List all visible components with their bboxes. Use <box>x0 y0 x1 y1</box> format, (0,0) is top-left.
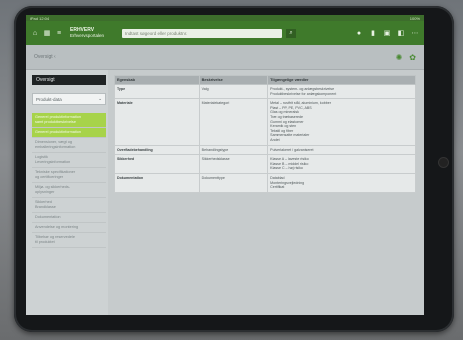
sidebar-item[interactable]: Generel produktinformation <box>32 128 106 138</box>
table-row: Dokumentation Dokumenttype Datablad Monteri… <box>114 172 416 193</box>
table-row: Sikkerhed Sikkerhedsklasse Klasse A – lave… <box>114 154 416 174</box>
table-row: Type Valg Produkt-, system- og anlægsbeskr… <box>114 83 416 100</box>
cart-icon[interactable]: ▣ <box>383 29 391 37</box>
sidebar-item[interactable]: Tilbehør og reservedele til produktet <box>32 233 106 248</box>
breadcrumb[interactable]: Oversigt ‹ <box>34 54 56 60</box>
property-value: Andet <box>270 137 280 142</box>
table-header-row: Egenskab Beskrivelse Tilgængelige værdie… <box>114 75 416 85</box>
status-left: iPad 12:04 <box>30 15 50 21</box>
settings-icon[interactable]: ✺ <box>396 53 403 62</box>
property-values: Klasse A – laveste risiko Klasse B – midd… <box>267 154 416 174</box>
sidebar-item[interactable]: Logistik Leveringsinformation <box>32 153 106 168</box>
sidebar-item[interactable]: Anvendelse og montering <box>32 223 106 233</box>
column-header: Egenskab <box>114 75 200 85</box>
print-icon[interactable]: ◧ <box>397 29 405 37</box>
content-area: Oversigt Produkt-data ⌄ Generel produkti… <box>26 70 424 315</box>
search-icon: ⌕ <box>289 29 293 36</box>
column-header: Beskrivelse <box>198 75 269 85</box>
property-value: Klasse C – høj risiko <box>270 166 303 171</box>
sidebar-item[interactable]: Dokumentation <box>32 213 106 223</box>
brand-logo: ERHVERV Erhvervsportalen <box>70 27 104 39</box>
chevron-down-icon: ⌄ <box>98 96 102 101</box>
search-input[interactable]: Indtast søgeord eller produktnr. <box>122 28 283 38</box>
brand-subtitle: Erhvervsportalen <box>70 33 105 38</box>
sidebar-item-sublabel: oplysninger <box>35 190 55 194</box>
tablet-screen: iPad 12:04 100% ⌂ ▦ ≡ ERHVERV Erhvervspo… <box>26 15 424 315</box>
property-value: Pulverlakeret / galvaniseret <box>270 147 314 152</box>
column-header: Tilgængelige værdier <box>267 75 416 85</box>
property-values: Pulverlakeret / galvaniseret <box>267 144 416 156</box>
main-panel: Egenskab Beskrivelse Tilgængelige værdie… <box>108 70 424 315</box>
bookmark-icon[interactable]: ▮ <box>369 29 377 37</box>
header-actions: ● ▮ ▣ ◧ ⋯ <box>355 29 419 38</box>
sidebar-tab-label: Oversigt <box>36 77 55 83</box>
property-name: Sikkerhed <box>114 154 200 174</box>
property-description: Dokumenttype <box>198 172 269 193</box>
table-row: Materiale Materialekategori Metal – rustfr… <box>114 98 416 146</box>
search-button[interactable]: ⌕ <box>286 28 297 38</box>
sidebar-nav: Generel produktinformation samt produktbe… <box>32 113 106 248</box>
select-value: Produkt-data <box>36 96 62 102</box>
sidebar: Oversigt Produkt-data ⌄ Generel produkti… <box>26 70 108 315</box>
refresh-icon[interactable]: ✿ <box>409 53 416 62</box>
property-value: Produktbeskrivelse for anlægskomponent <box>270 91 337 96</box>
table-row: Overfladebehandling Behandlingstype Pulver… <box>114 144 416 156</box>
sidebar-item[interactable]: Dimensioner, vægt og emballeringsinformat… <box>32 138 106 153</box>
sidebar-item-label: Dokumentation <box>35 215 61 219</box>
sidebar-item[interactable]: Generel produktinformation samt produktbe… <box>32 113 106 128</box>
status-right: 100% <box>409 15 420 21</box>
property-description: Sikkerhedsklasse <box>198 154 269 174</box>
property-name: Materiale <box>114 98 200 146</box>
more-icon[interactable]: ⋯ <box>411 29 419 37</box>
sidebar-tab[interactable]: Oversigt <box>32 75 106 85</box>
property-values: Datablad Monteringsvejledning Certifikat <box>267 172 416 193</box>
app-header: ⌂ ▦ ≡ ERHVERV Erhvervsportalen Indtast s… <box>26 21 424 45</box>
property-values: Metal – rustfrit stål, aluminium, kobber… <box>267 98 416 146</box>
menu-icon[interactable]: ≡ <box>55 29 63 37</box>
grid-icon[interactable]: ▦ <box>43 29 51 37</box>
sidebar-item-sublabel: Brandklasse <box>35 205 56 209</box>
properties-table: Egenskab Beskrivelse Tilgængelige værdie… <box>114 75 416 193</box>
toolbar-actions: ✺ ✿ <box>396 53 416 62</box>
home-button <box>439 158 448 167</box>
home-icon[interactable]: ⌂ <box>31 29 39 37</box>
sidebar-item[interactable]: Sikkerhed Brandklasse <box>32 198 106 213</box>
property-name: Dokumentation <box>114 172 200 193</box>
sidebar-item[interactable]: Miljø- og sikkerheds-oplysninger <box>32 183 106 198</box>
property-description: Materialekategori <box>198 98 269 146</box>
property-name: Overfladebehandling <box>114 144 200 156</box>
sidebar-item-sublabel: Leveringsinformation <box>35 160 71 164</box>
property-description: Valg <box>198 83 269 100</box>
sidebar-item-sublabel: til produktet <box>35 240 55 244</box>
sidebar-item[interactable]: Tekniske specifikationer og certificering… <box>32 168 106 183</box>
property-description: Behandlingstype <box>198 144 269 156</box>
property-values: Produkt-, system- og anlægsbeskrivelse Pr… <box>267 83 416 100</box>
sidebar-item-sublabel: samt produktbeskrivelse <box>35 120 76 124</box>
category-select[interactable]: Produkt-data ⌄ <box>32 93 106 105</box>
sidebar-item-sublabel: og certificeringer <box>35 175 64 179</box>
sidebar-item-sublabel: emballeringsinformation <box>35 145 76 149</box>
user-icon[interactable]: ● <box>355 29 363 37</box>
sidebar-item-label: Anvendelse og montering <box>35 225 79 229</box>
sidebar-item-label: Generel produktinformation <box>35 130 82 134</box>
property-name: Type <box>114 83 200 100</box>
toolbar: Oversigt ‹ ✺ ✿ <box>26 45 424 70</box>
search-placeholder: Indtast søgeord eller produktnr. <box>125 30 188 36</box>
property-value: Certifikat <box>270 185 285 190</box>
